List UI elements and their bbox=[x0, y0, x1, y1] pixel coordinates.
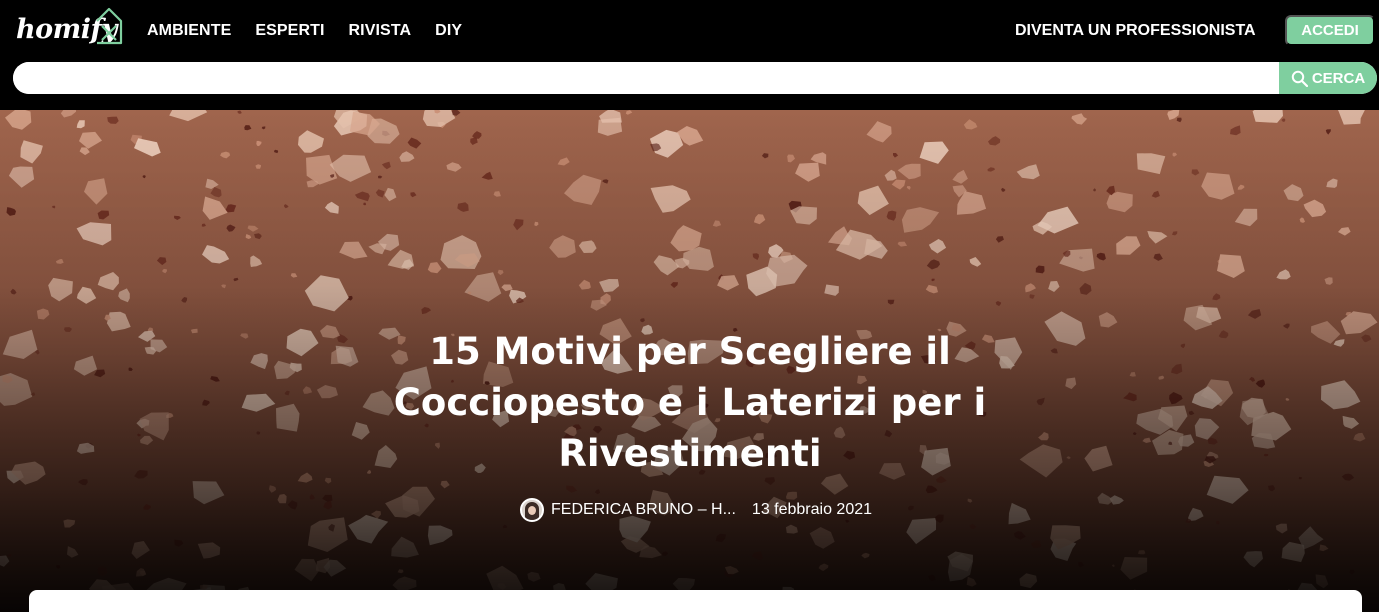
author-name[interactable]: FEDERICA BRUNO – H... bbox=[551, 501, 736, 519]
article-title: 15 Motivi per Scegliere il Cocciopesto e… bbox=[393, 330, 987, 475]
author-avatar[interactable] bbox=[520, 498, 544, 522]
search-icon bbox=[1291, 70, 1308, 87]
homify-logo[interactable]: homify bbox=[14, 6, 124, 54]
article-hero: 15 Motivi per Scegliere il Cocciopesto e… bbox=[0, 110, 1379, 612]
nav-item-diy[interactable]: DIY bbox=[435, 22, 462, 40]
login-button[interactable]: ACCEDI bbox=[1285, 15, 1375, 46]
main-nav: AMBIENTE ESPERTI RIVISTA DIY bbox=[147, 22, 486, 40]
nav-item-esperti[interactable]: ESPERTI bbox=[255, 22, 324, 40]
top-navigation-bar: homify AMBIENTE ESPERTI RIVISTA DIY DIVE… bbox=[0, 0, 1379, 110]
nav-item-ambiente[interactable]: AMBIENTE bbox=[147, 22, 231, 40]
search-button[interactable]: CERCA bbox=[1279, 62, 1377, 94]
article-content-card bbox=[29, 590, 1362, 612]
publish-date: 13 febbraio 2021 bbox=[751, 501, 873, 518]
search-bar: CERCA bbox=[13, 62, 1377, 94]
search-button-label: CERCA bbox=[1311, 69, 1366, 87]
house-logo-icon bbox=[96, 7, 123, 45]
article-byline: FEDERICA BRUNO – H... 13 febbraio 2021 bbox=[520, 498, 872, 522]
search-input[interactable] bbox=[13, 62, 1279, 94]
nav-item-rivista[interactable]: RIVISTA bbox=[349, 22, 412, 40]
become-professional-link[interactable]: DIVENTA UN PROFESSIONISTA bbox=[1015, 22, 1256, 40]
